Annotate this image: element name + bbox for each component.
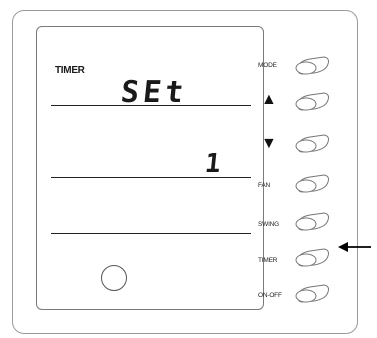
lcd-divider bbox=[51, 177, 251, 178]
lcd-mode-label: TIMER bbox=[55, 65, 85, 76]
fan-button[interactable] bbox=[294, 172, 330, 194]
fan-button-label: FAN bbox=[258, 182, 271, 189]
mode-button[interactable] bbox=[294, 54, 330, 76]
down-button[interactable] bbox=[294, 132, 330, 154]
lcd-divider bbox=[51, 233, 251, 234]
lcd-value: 1 bbox=[203, 149, 223, 179]
down-arrow-icon: ▼ bbox=[261, 135, 277, 152]
timer-button-label: TIMER bbox=[258, 257, 278, 264]
mode-button-label: MODE bbox=[258, 62, 277, 69]
swing-button-label: SWING bbox=[258, 221, 280, 228]
up-arrow-icon: ▲ bbox=[261, 91, 277, 108]
timer-button[interactable] bbox=[294, 246, 330, 268]
on-off-button-label: ON-OFF bbox=[258, 292, 282, 299]
lcd-sensor-circle bbox=[101, 265, 127, 291]
lcd-divider bbox=[51, 105, 251, 106]
lcd-display: TIMER SEt 1 bbox=[36, 26, 264, 310]
on-off-button[interactable] bbox=[294, 282, 330, 304]
swing-button[interactable] bbox=[294, 210, 330, 232]
up-button[interactable] bbox=[294, 90, 330, 112]
pointer-arrow-icon bbox=[338, 240, 372, 254]
